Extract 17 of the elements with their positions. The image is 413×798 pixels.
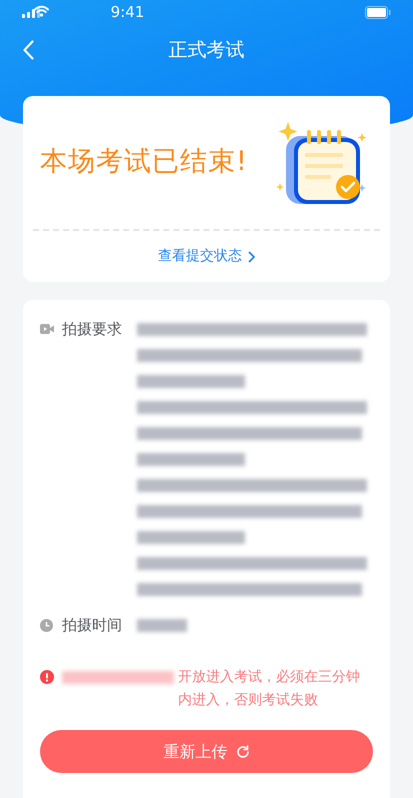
back-icon [22, 40, 34, 60]
field-label: 拍摄要求 [62, 319, 123, 340]
exam-ended-heading: 本场考试已结束! [40, 145, 248, 180]
page-title: 正式考试 [168, 38, 244, 63]
exam-entry-notice: 开放进入考试，必须在三分钟内进入，否则考试失败 [178, 668, 361, 710]
video-camera-icon [40, 323, 54, 335]
clock-icon [40, 618, 53, 632]
reupload-button[interactable]: 重新上传 [40, 730, 373, 773]
status-time: 9:41 [110, 2, 144, 24]
warning-icon [40, 670, 54, 684]
signal-icon [22, 7, 40, 18]
battery-icon [365, 6, 391, 19]
field-label: 拍摄时间 [62, 615, 123, 636]
refresh-icon [236, 744, 250, 758]
wifi-icon [34, 5, 49, 17]
view-submission-status-link[interactable]: 查看提交状态 [158, 246, 255, 267]
chevron-right-icon [248, 250, 255, 262]
